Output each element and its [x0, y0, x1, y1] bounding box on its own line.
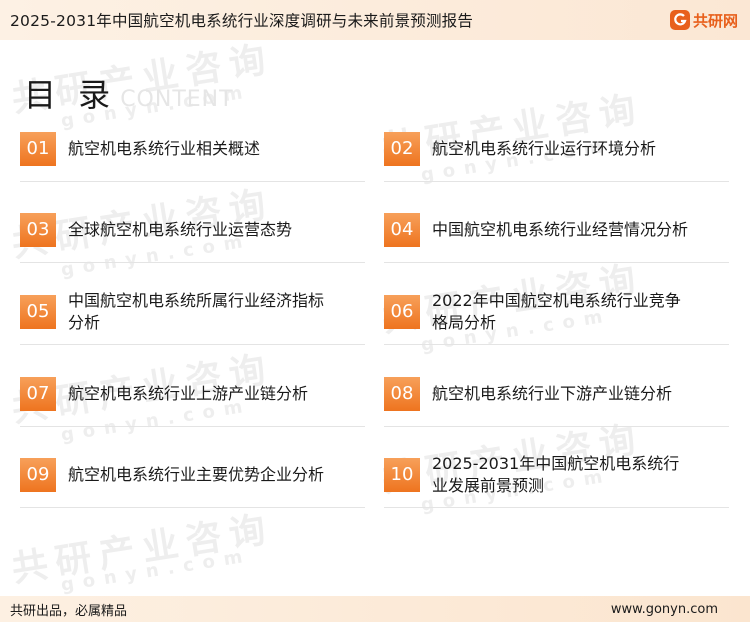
footer-slogan: 共研出品，必属精品	[10, 603, 128, 619]
toc-item-label: 航空机电系统行业运行环境分析	[432, 138, 657, 158]
watermark-url: gonyn.com	[59, 545, 253, 596]
toc-item-02[interactable]: 02 航空机电系统行业运行环境分析	[384, 116, 729, 182]
logo: 共研网	[669, 10, 738, 31]
toc-item-label: 2025-2031年中国航空机电系统行业发展前景预测	[432, 453, 680, 495]
footer-website[interactable]: www.gonyn.com	[611, 602, 718, 617]
toc-item-03[interactable]: 03 全球航空机电系统行业运营态势	[20, 197, 365, 263]
toc-item-number: 04	[384, 212, 420, 247]
toc-heading: 目 录 CONTENT	[24, 70, 234, 116]
logo-text: 共研网	[692, 11, 738, 30]
toc-item-number: 03	[20, 212, 56, 247]
toc-item-number: 02	[384, 131, 420, 166]
toc-item-label: 中国航空机电系统所属行业经济指标分析	[68, 290, 325, 332]
toc-item-08[interactable]: 08 航空机电系统行业下游产业链分析	[384, 361, 729, 427]
toc-item-label: 中国航空机电系统行业经营情况分析	[432, 219, 689, 239]
header-bar: 2025-2031年中国航空机电系统行业深度调研与未来前景预测报告 共研网	[0, 0, 750, 40]
toc-item-label: 航空机电系统行业上游产业链分析	[68, 383, 309, 403]
toc-item-number: 06	[384, 294, 420, 329]
toc-item-05[interactable]: 05 中国航空机电系统所属行业经济指标分析	[20, 279, 365, 345]
toc-item-07[interactable]: 07 航空机电系统行业上游产业链分析	[20, 361, 365, 427]
toc-title: 目 录	[24, 76, 117, 114]
logo-icon	[669, 10, 690, 30]
toc-item-label: 航空机电系统行业相关概述	[68, 138, 261, 158]
toc-item-04[interactable]: 04 中国航空机电系统行业经营情况分析	[384, 197, 729, 263]
toc-item-number: 09	[20, 457, 56, 492]
toc-item-number: 10	[384, 457, 420, 492]
watermark-text: 共研产业咨询	[8, 508, 277, 591]
toc-item-10[interactable]: 10 2025-2031年中国航空机电系统行业发展前景预测	[384, 442, 729, 508]
toc-subtitle: CONTENT	[120, 87, 234, 112]
toc-item-label: 2022年中国航空机电系统行业竞争格局分析	[432, 290, 681, 332]
toc-item-01[interactable]: 01 航空机电系统行业相关概述	[20, 116, 365, 182]
toc-item-label: 全球航空机电系统行业运营态势	[68, 219, 293, 239]
toc-item-label: 航空机电系统行业主要优势企业分析	[68, 464, 325, 484]
toc-item-06[interactable]: 06 2022年中国航空机电系统行业竞争格局分析	[384, 279, 729, 345]
footer-bar: 共研出品，必属精品 www.gonyn.com	[0, 596, 750, 622]
toc-item-number: 01	[20, 131, 56, 166]
report-title: 2025-2031年中国航空机电系统行业深度调研与未来前景预测报告	[10, 12, 474, 30]
toc-item-number: 05	[20, 294, 56, 329]
toc-item-label: 航空机电系统行业下游产业链分析	[432, 383, 673, 403]
toc-item-number: 07	[20, 376, 56, 411]
toc-item-number: 08	[384, 376, 420, 411]
toc-item-09[interactable]: 09 航空机电系统行业主要优势企业分析	[20, 442, 365, 508]
